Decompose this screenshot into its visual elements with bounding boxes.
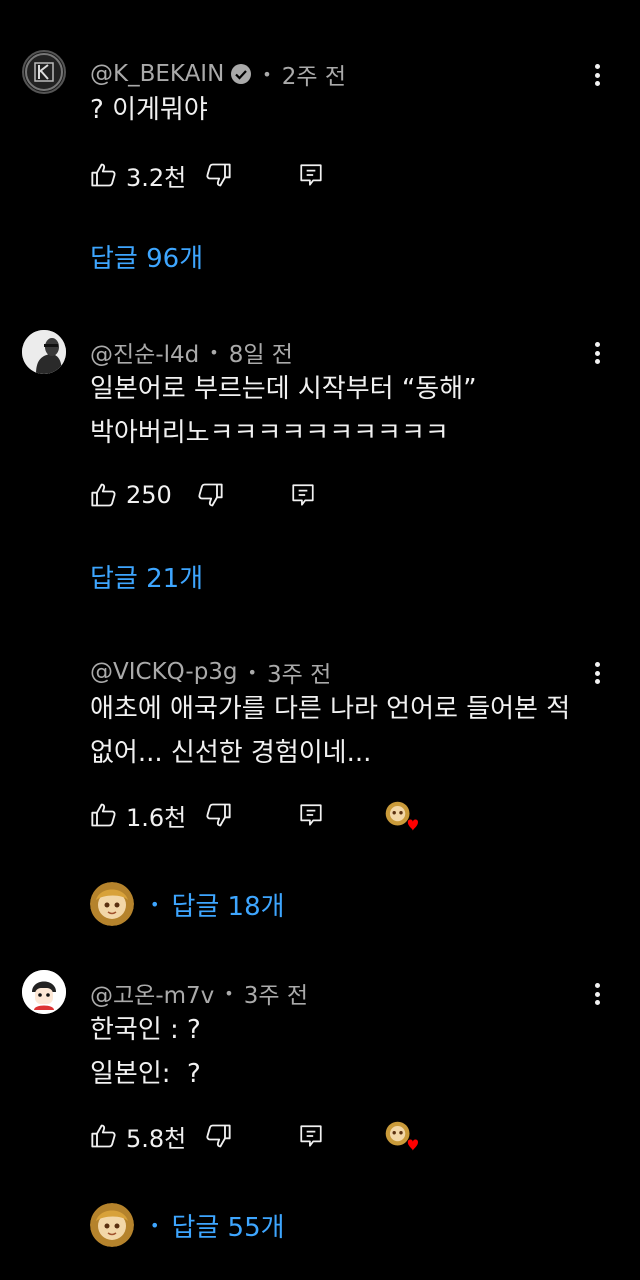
comment-line: ? 이게뭐야 <box>90 95 208 125</box>
replies-count[interactable]: 답글 18개 <box>171 886 284 923</box>
like-count: 250 <box>126 481 172 509</box>
replies-link[interactable]: 답글 21개 <box>90 558 203 595</box>
author-name[interactable]: @고온-m7v <box>90 976 214 1010</box>
separator-dot: • <box>150 1215 160 1235</box>
comment-meta: @K_BEKAIN • 2주 전 <box>90 57 346 91</box>
comment-time: 8일 전 <box>228 342 293 368</box>
more-options-button[interactable] <box>587 658 607 688</box>
reply-icon[interactable] <box>298 1123 324 1149</box>
k-logo-icon <box>25 53 63 91</box>
comment-time: 3주 전 <box>266 662 332 688</box>
creator-heart-icon <box>385 1121 418 1151</box>
comment-actions: 5.8천 <box>90 1121 324 1153</box>
reply-author-avatar <box>90 1203 134 1247</box>
more-options-button[interactable] <box>587 979 607 1009</box>
thumbs-down-icon[interactable] <box>204 1122 232 1150</box>
more-vertical-icon <box>594 64 600 69</box>
like-count: 5.8천 <box>126 1124 187 1153</box>
comment-text: 일본어로 부르는데 시작부터 “동해” 박아버리노ㅋㅋㅋㅋㅋㅋㅋㅋㅋㅋ <box>90 367 477 455</box>
comment-line: 일본인: ? <box>90 1059 201 1089</box>
comment-meta: @진순-l4d • 8일 전 <box>90 335 293 369</box>
thumbs-down-icon[interactable] <box>204 161 232 189</box>
thumbs-up-icon[interactable] <box>90 161 118 189</box>
verified-check-icon <box>231 64 252 84</box>
more-options-button[interactable] <box>587 338 607 368</box>
thumbs-down-icon[interactable] <box>204 801 232 829</box>
separator-dot: • <box>247 662 257 682</box>
thumbs-up-icon[interactable] <box>90 481 118 509</box>
comment-line: 일본어로 부르는데 시작부터 “동해” <box>90 374 477 404</box>
separator-dot: • <box>209 342 219 362</box>
separator-dot: • <box>150 894 160 914</box>
author-name[interactable]: @VICKQ-p3g <box>90 659 238 685</box>
replies-link[interactable]: • 답글 55개 <box>90 1203 285 1247</box>
separator-dot: • <box>224 983 234 1003</box>
like-count: 1.6천 <box>126 803 187 832</box>
more-options-button[interactable] <box>587 60 607 90</box>
reply-icon[interactable] <box>298 162 324 188</box>
comment-line: 애초에 애국가를 다른 나라 언어로 들어본 적 <box>90 694 571 724</box>
more-vertical-icon <box>594 983 600 988</box>
more-vertical-icon <box>594 342 600 347</box>
avatar[interactable] <box>22 50 66 94</box>
separator-dot: • <box>262 64 272 84</box>
comment-actions: 1.6천 <box>90 800 324 832</box>
thumbs-up-icon[interactable] <box>90 801 118 829</box>
creator-heart-icon <box>385 801 418 831</box>
replies-link[interactable]: 답글 96개 <box>90 238 203 275</box>
thumbs-down-icon[interactable] <box>196 481 224 509</box>
thumbs-up-icon[interactable] <box>90 1122 118 1150</box>
comment-time: 3주 전 <box>243 983 308 1009</box>
comment-meta: @VICKQ-p3g • 3주 전 <box>90 655 331 689</box>
avatar[interactable] <box>22 330 66 374</box>
cartoon-avatar-icon <box>22 970 66 1014</box>
comment-line: 없어... 신선한 경험이네... <box>90 738 372 768</box>
author-name[interactable]: @진순-l4d <box>90 335 199 369</box>
more-vertical-icon <box>594 662 600 667</box>
comment-actions: 3.2천 <box>90 160 324 192</box>
replies-count[interactable]: 답글 55개 <box>171 1207 284 1244</box>
comment-meta: @고온-m7v • 3주 전 <box>90 976 308 1010</box>
reply-author-avatar <box>90 882 134 926</box>
reply-icon[interactable] <box>290 482 316 508</box>
replies-count[interactable]: 답글 21개 <box>90 558 203 595</box>
reply-icon[interactable] <box>298 802 324 828</box>
comment-text: 한국인 : ? 일본인: ? <box>90 1008 201 1096</box>
replies-count[interactable]: 답글 96개 <box>90 238 203 275</box>
author-name[interactable]: @K_BEKAIN <box>90 61 224 87</box>
comment-time: 2주 전 <box>281 64 346 90</box>
replies-link[interactable]: • 답글 18개 <box>90 882 285 926</box>
comment-line: 한국인 : ? <box>90 1015 201 1045</box>
comment-text: 애초에 애국가를 다른 나라 언어로 들어본 적 없어... 신선한 경험이네.… <box>90 687 570 775</box>
like-count: 3.2천 <box>126 163 187 192</box>
profile-photo-icon <box>22 330 66 374</box>
avatar[interactable] <box>22 970 66 1014</box>
comment-line: 박아버리노ㅋㅋㅋㅋㅋㅋㅋㅋㅋㅋ <box>90 418 449 448</box>
comment-actions: 250 <box>90 480 316 510</box>
comment-text: ? 이게뭐야 <box>90 88 208 132</box>
